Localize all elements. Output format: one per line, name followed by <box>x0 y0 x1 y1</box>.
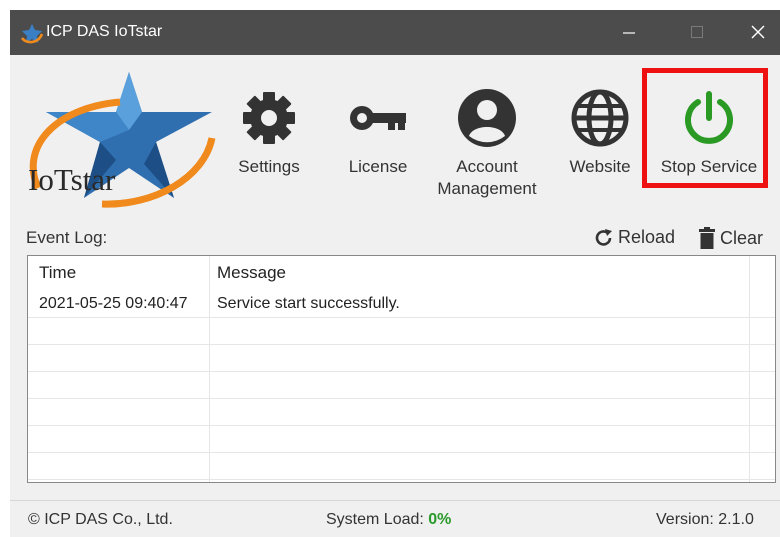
app-window: ICP DAS IoTstar IoTstar Settings License… <box>10 10 780 537</box>
maximize-button[interactable] <box>674 10 720 55</box>
event-log-table[interactable]: Time Message 2021-05-25 09:40:47 Service… <box>27 255 776 483</box>
clear-button[interactable]: Clear <box>698 227 763 249</box>
system-load-value: 0% <box>428 511 452 528</box>
close-icon <box>751 25 765 39</box>
reload-button[interactable]: Reload <box>594 227 675 248</box>
status-bar: © ICP DAS Co., Ltd. System Load: 0% Vers… <box>10 500 780 537</box>
row-message: Service start successfully. <box>217 295 400 312</box>
column-header-time[interactable]: Time <box>39 260 76 286</box>
table-row[interactable]: 2021-05-25 09:40:47 Service start succes… <box>28 291 775 318</box>
trash-icon <box>699 227 715 249</box>
account-management-button[interactable]: Account Management <box>424 88 550 200</box>
column-header-message[interactable]: Message <box>217 260 286 286</box>
settings-label: Settings <box>238 157 300 176</box>
table-row <box>28 372 775 399</box>
website-label: Website <box>569 157 631 176</box>
system-load: System Load: 0% <box>326 511 451 529</box>
globe-icon <box>571 89 629 147</box>
clear-label: Clear <box>720 227 764 248</box>
table-row <box>28 426 775 453</box>
table-row <box>28 453 775 480</box>
window-title: ICP DAS IoTstar <box>46 23 163 40</box>
website-button[interactable]: Website <box>556 88 644 178</box>
account-management-label: Account Management <box>437 157 537 198</box>
gear-icon <box>243 92 295 144</box>
table-row <box>28 345 775 372</box>
title-bar[interactable]: ICP DAS IoTstar <box>10 10 780 55</box>
maximize-icon <box>691 26 703 38</box>
reload-label: Reload <box>618 227 676 247</box>
highlight-box <box>642 68 768 188</box>
table-row <box>28 318 775 345</box>
copyright-text: © ICP DAS Co., Ltd. <box>28 511 173 528</box>
close-button[interactable] <box>734 10 780 55</box>
event-log-label: Event Log: <box>26 228 108 247</box>
system-load-label: System Load: <box>326 511 424 528</box>
row-time: 2021-05-25 09:40:47 <box>39 295 188 312</box>
license-label: License <box>348 157 408 176</box>
logo-text: IoTstar <box>28 162 116 197</box>
reload-icon <box>595 228 612 246</box>
app-icon <box>20 24 44 44</box>
table-row <box>28 399 775 426</box>
key-icon <box>350 106 406 130</box>
table-header: Time Message <box>28 260 775 286</box>
settings-button[interactable]: Settings <box>224 88 314 178</box>
license-button[interactable]: License <box>338 88 418 178</box>
minimize-icon <box>623 32 635 34</box>
minimize-button[interactable] <box>606 10 652 55</box>
user-icon <box>458 89 516 147</box>
version-text: Version: 2.1.0 <box>656 511 754 528</box>
